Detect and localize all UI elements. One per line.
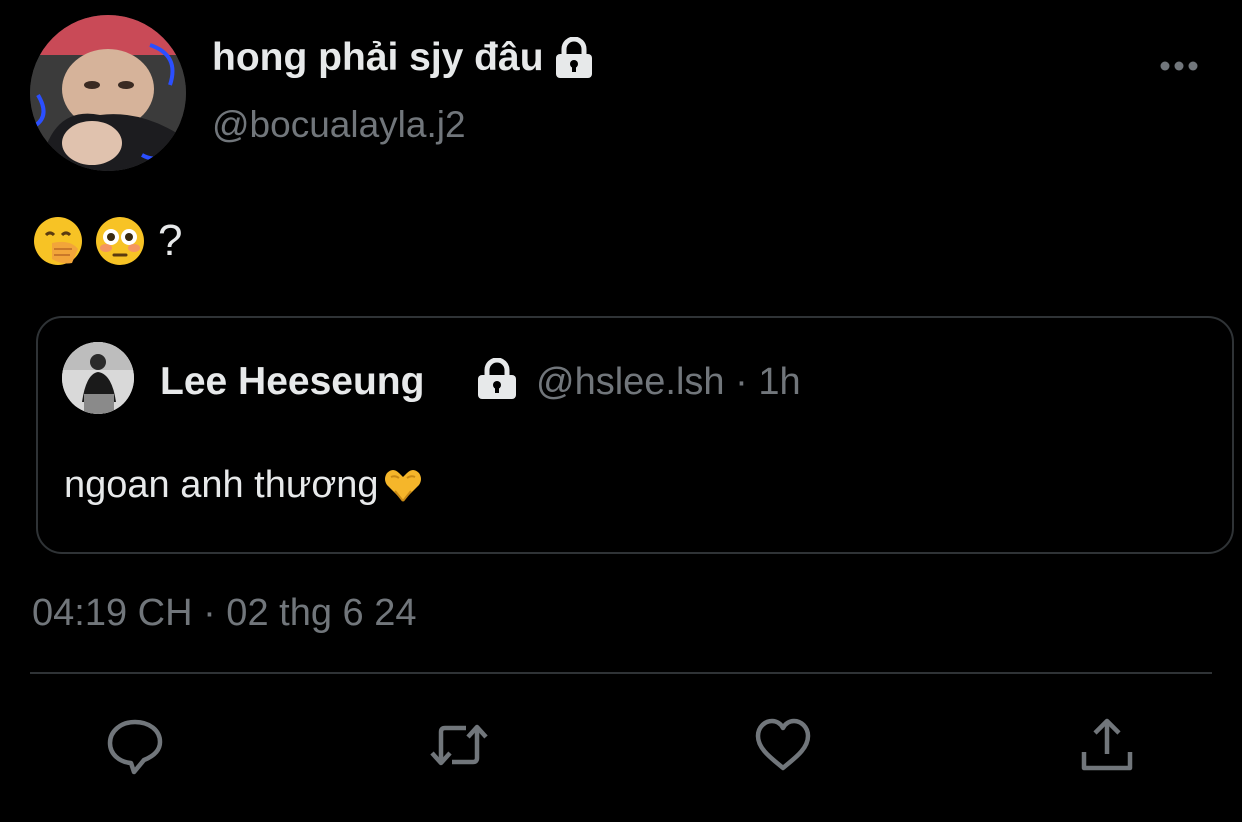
lock-icon [476, 357, 518, 400]
quoted-tweet-text-content: ngoan anh thương [64, 464, 379, 506]
reply-icon [107, 719, 163, 775]
author-handle[interactable]: @bocualayla.j2 [212, 100, 466, 150]
quoted-author-name[interactable]: Lee Heeseung [160, 358, 424, 406]
tweet-text-suffix: ? [158, 216, 183, 265]
share-button[interactable] [1076, 714, 1138, 776]
quoted-tweet-text: ngoan anh thương [64, 460, 425, 510]
divider [30, 672, 1212, 674]
avatar-photo [30, 15, 186, 171]
lock-icon [554, 36, 594, 79]
tweet-text: ? [32, 212, 182, 270]
share-icon [1081, 718, 1133, 771]
author-avatar[interactable] [30, 15, 186, 171]
heart-icon [755, 718, 811, 771]
flushed-face-emoji [94, 215, 146, 267]
tweet-timestamp[interactable]: 04:19 CH · 02 thg 6 24 [32, 588, 416, 638]
more-options-button[interactable] [1154, 48, 1204, 84]
quoted-author-meta: @hslee.lsh · 1h [536, 361, 801, 403]
like-button[interactable] [752, 714, 814, 776]
retweet-icon [430, 724, 488, 766]
author-display-name-text: hong phải sjy đâu [212, 36, 544, 79]
heart-hands-emoji [381, 465, 425, 505]
more-horizontal-icon [1160, 61, 1198, 71]
face-with-hand-over-mouth-emoji [32, 215, 84, 267]
avatar-photo [62, 342, 134, 414]
reply-button[interactable] [104, 714, 166, 776]
quoted-tweet-card[interactable] [36, 316, 1234, 554]
retweet-button[interactable] [428, 714, 490, 776]
author-display-name[interactable]: hong phải sjy đâu [212, 33, 594, 83]
quoted-author-avatar[interactable] [62, 342, 134, 414]
